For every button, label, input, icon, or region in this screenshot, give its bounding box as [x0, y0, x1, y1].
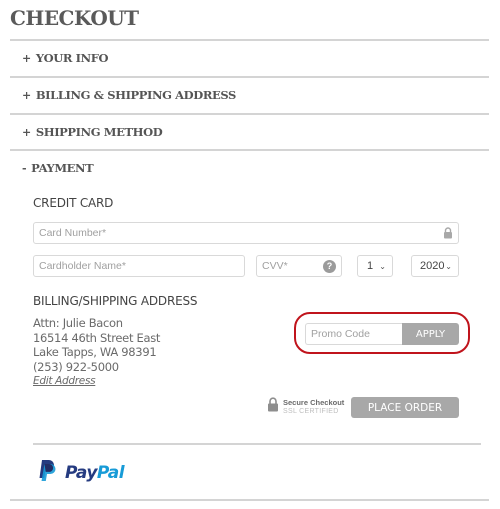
exp-year-value: 2020 [420, 260, 445, 272]
section-shipping-method[interactable]: + SHIPPING METHOD [22, 122, 163, 142]
section-your-info[interactable]: + YOUR INFO [22, 48, 109, 68]
section-label: SHIPPING METHOD [35, 125, 163, 139]
apply-promo-button[interactable]: APPLY [402, 323, 459, 345]
billing-address-heading: BILLING/SHIPPING ADDRESS [33, 294, 198, 308]
expand-icon: + [22, 88, 31, 102]
help-icon[interactable]: ? [323, 259, 336, 273]
address-line: 16514 46th Street East [33, 330, 161, 345]
divider [10, 113, 489, 115]
section-label: PAYMENT [31, 161, 94, 175]
section-payment[interactable]: - PAYMENT [22, 158, 94, 178]
exp-year-select[interactable]: 2020 ⌄ [411, 255, 459, 277]
paypal-word-pay: Pay [65, 462, 97, 483]
address-line: Lake Tapps, WA 98391 [33, 345, 157, 359]
section-billing-shipping-address[interactable]: + BILLING & SHIPPING ADDRESS [22, 85, 236, 105]
section-label: BILLING & SHIPPING ADDRESS [35, 88, 236, 102]
paypal-wordmark: PayPal [65, 462, 125, 483]
edit-address-link[interactable]: Edit Address [33, 374, 160, 389]
card-number-input[interactable] [39, 227, 443, 239]
lock-icon [443, 227, 453, 239]
chevron-down-icon: ⌄ [379, 261, 386, 271]
exp-month-value: 1 [367, 260, 374, 272]
chevron-down-icon: ⌄ [445, 261, 452, 271]
cardholder-name-input[interactable] [39, 260, 239, 272]
promo-code-input[interactable] [311, 328, 400, 340]
card-number-field[interactable] [33, 222, 459, 244]
expand-icon: + [22, 125, 31, 139]
credit-card-heading: CREDIT CARD [33, 196, 114, 210]
secure-checkout-title: Secure Checkout [283, 398, 345, 407]
cardholder-name-field[interactable] [33, 255, 245, 277]
collapse-icon: - [22, 161, 27, 175]
divider [10, 39, 489, 41]
divider [10, 149, 489, 151]
expand-icon: + [22, 51, 31, 65]
cvv-input[interactable] [262, 260, 323, 272]
ssl-certified-label: SSL CERTIFIED [283, 408, 339, 415]
divider [33, 443, 481, 445]
section-label: YOUR INFO [35, 51, 109, 65]
paypal-logo-icon [37, 458, 57, 487]
promo-code-field[interactable] [305, 323, 405, 345]
cvv-field[interactable]: ? [256, 255, 342, 277]
address-line: (253) 922-5000 [33, 359, 119, 374]
lock-icon [267, 397, 279, 417]
billing-address: Attn: Julie Bacon 16514 46th Street East… [33, 316, 160, 389]
paypal-word-pal: Pal [96, 462, 125, 483]
page-title: CHECKOUT [10, 6, 139, 30]
place-order-button[interactable]: PLACE ORDER [351, 397, 459, 418]
secure-checkout-badge: Secure Checkout SSL CERTIFIED [267, 397, 344, 417]
address-line: Attn: Julie Bacon [33, 316, 123, 330]
divider [10, 499, 489, 501]
exp-month-select[interactable]: 1 ⌄ [357, 255, 393, 277]
paypal-option[interactable]: PayPal [37, 458, 125, 487]
divider [10, 76, 489, 78]
